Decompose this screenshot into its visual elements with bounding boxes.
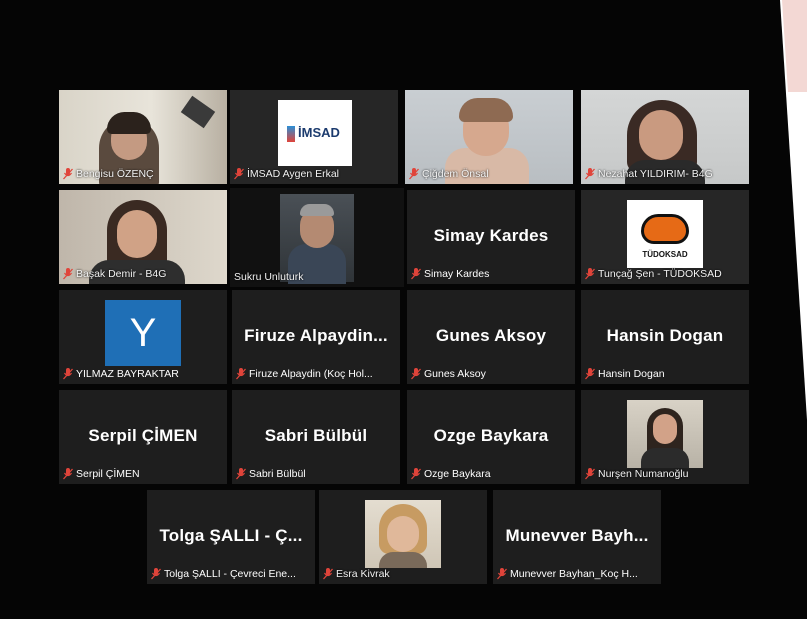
participant-name-bar: Firuze Alpaydin (Koç Hol... [236, 367, 396, 381]
participant-name: Esra Kivrak [336, 568, 390, 580]
participant-name: Başak Demir - B4G [76, 268, 167, 280]
muted-mic-icon [234, 168, 244, 180]
participant-name: Hansin Dogan [598, 368, 665, 380]
participant-name-bar: Tunçağ Şen - TÜDOKSAD [585, 267, 745, 281]
participant-display-name: Firuze Alpaydin... [244, 326, 388, 345]
participant-tile-bengisu[interactable]: Bengisu ÖZENÇ [59, 90, 227, 184]
participant-display-name: Serpil ÇİMEN [88, 426, 198, 445]
participant-tile-serpil[interactable]: Serpil ÇİMEN Serpil ÇİMEN [59, 390, 227, 484]
muted-mic-icon [63, 268, 73, 280]
participant-display-name: Simay Kardes [433, 226, 549, 245]
participant-name-bar: Serpil ÇİMEN [63, 467, 223, 481]
muted-mic-icon [236, 468, 246, 480]
muted-mic-icon [409, 168, 419, 180]
participant-tile-esra[interactable]: Esra Kivrak [319, 490, 487, 584]
participant-tile-nursen[interactable]: Nurşen Numanoğlu [581, 390, 749, 484]
muted-mic-icon [236, 368, 246, 380]
muted-mic-icon [411, 468, 421, 480]
video-call-window: Bengisu ÖZENÇ İMSAD İMSAD Aygen Erkal Çi… [0, 0, 807, 619]
participant-name: Serpil ÇİMEN [76, 468, 140, 480]
participant-tile-ozge[interactable]: Ozge Baykara Ozge Baykara [407, 390, 575, 484]
participant-name: Sukru Unluturk [234, 271, 304, 283]
participant-tile-munevver[interactable]: Munevver Bayh... Munevver Bayhan_Koç H..… [493, 490, 661, 584]
participant-tile-nezahat[interactable]: Nezahat YILDIRIM- B4G [581, 90, 749, 184]
participant-tile-tuncag[interactable]: TÜDOKSAD Tunçağ Şen - TÜDOKSAD [581, 190, 749, 284]
participant-tile-gunes[interactable]: Gunes Aksoy Gunes Aksoy [407, 290, 575, 384]
participant-name-bar: Gunes Aksoy [411, 367, 571, 381]
participant-name: Simay Kardes [424, 268, 490, 280]
participant-display-name: Munevver Bayh... [505, 526, 649, 545]
participant-name: Gunes Aksoy [424, 368, 486, 380]
participant-tile-yilmaz[interactable]: Y YILMAZ BAYRAKTAR [59, 290, 227, 384]
participant-display-name: Ozge Baykara [433, 426, 549, 445]
participant-name-bar: İMSAD Aygen Erkal [234, 167, 394, 181]
participant-display-name: Gunes Aksoy [435, 326, 547, 345]
participant-name: Tunçağ Şen - TÜDOKSAD [598, 268, 722, 280]
participant-name-bar: Tolga ŞALLI - Çevreci Ene... [151, 567, 311, 581]
participant-name-bar: Munevver Bayhan_Koç H... [497, 567, 657, 581]
participant-tile-sukru-active-speaker[interactable]: Sukru Unluturk [230, 188, 404, 287]
muted-mic-icon [411, 368, 421, 380]
participant-name-bar: Nezahat YILDIRIM- B4G [585, 167, 745, 181]
participant-name: Firuze Alpaydin (Koç Hol... [249, 368, 373, 380]
muted-mic-icon [585, 168, 595, 180]
muted-mic-icon [63, 368, 73, 380]
participant-tile-imsad[interactable]: İMSAD İMSAD Aygen Erkal [230, 90, 398, 184]
muted-mic-icon [585, 368, 595, 380]
participant-display-name: Hansin Dogan [606, 326, 724, 345]
participant-name: İMSAD Aygen Erkal [247, 168, 340, 180]
participant-tile-hansin[interactable]: Hansin Dogan Hansin Dogan [581, 290, 749, 384]
muted-mic-icon [323, 568, 333, 580]
participant-name: Ozge Baykara [424, 468, 491, 480]
participant-name: Nurşen Numanoğlu [598, 468, 689, 480]
muted-mic-icon [63, 168, 73, 180]
muted-mic-icon [63, 468, 73, 480]
muted-mic-icon [585, 268, 595, 280]
participant-name-bar: Nurşen Numanoğlu [585, 467, 745, 481]
muted-mic-icon [585, 468, 595, 480]
participant-name-bar: Hansin Dogan [585, 367, 745, 381]
participant-display-name: Sabri Bülbül [264, 426, 368, 445]
participant-tile-simay[interactable]: Simay Kardes Simay Kardes [407, 190, 575, 284]
participant-name-bar: Esra Kivrak [323, 567, 483, 581]
participant-tile-tolga[interactable]: Tolga ŞALLI - Ç... Tolga ŞALLI - Çevreci… [147, 490, 315, 584]
participant-name-bar: Çiğdem Önsal [409, 167, 569, 181]
avatar: Y [105, 300, 181, 366]
participant-tile-sabri[interactable]: Sabri Bülbül Sabri Bülbül [232, 390, 400, 484]
muted-mic-icon [497, 568, 507, 580]
participant-name: Munevver Bayhan_Koç H... [510, 568, 638, 580]
participant-name: Tolga ŞALLI - Çevreci Ene... [164, 568, 296, 580]
tudoksad-logo: TÜDOKSAD [627, 200, 703, 268]
participant-name: YILMAZ BAYRAKTAR [76, 368, 179, 380]
participant-name-bar: Başak Demir - B4G [63, 267, 223, 281]
muted-mic-icon [411, 268, 421, 280]
participant-tile-cigdem[interactable]: Çiğdem Önsal [405, 90, 573, 184]
participant-name: Nezahat YILDIRIM- B4G [598, 168, 713, 180]
participant-name-bar: Simay Kardes [411, 267, 571, 281]
participant-name-bar: Bengisu ÖZENÇ [63, 167, 223, 181]
participant-tile-basak[interactable]: Başak Demir - B4G [59, 190, 227, 284]
participant-tile-firuze[interactable]: Firuze Alpaydin... Firuze Alpaydin (Koç … [232, 290, 400, 384]
participant-name-bar: YILMAZ BAYRAKTAR [63, 367, 223, 381]
participant-name: Çiğdem Önsal [422, 168, 489, 180]
muted-mic-icon [151, 568, 161, 580]
imsad-logo: İMSAD [278, 100, 352, 166]
participant-name: Bengisu ÖZENÇ [76, 168, 154, 180]
participant-name-bar: Sabri Bülbül [236, 467, 396, 481]
participant-display-name: Tolga ŞALLI - Ç... [159, 526, 303, 545]
participant-name: Sabri Bülbül [249, 468, 306, 480]
participant-name-bar: Sukru Unluturk [234, 270, 400, 284]
participant-name-bar: Ozge Baykara [411, 467, 571, 481]
